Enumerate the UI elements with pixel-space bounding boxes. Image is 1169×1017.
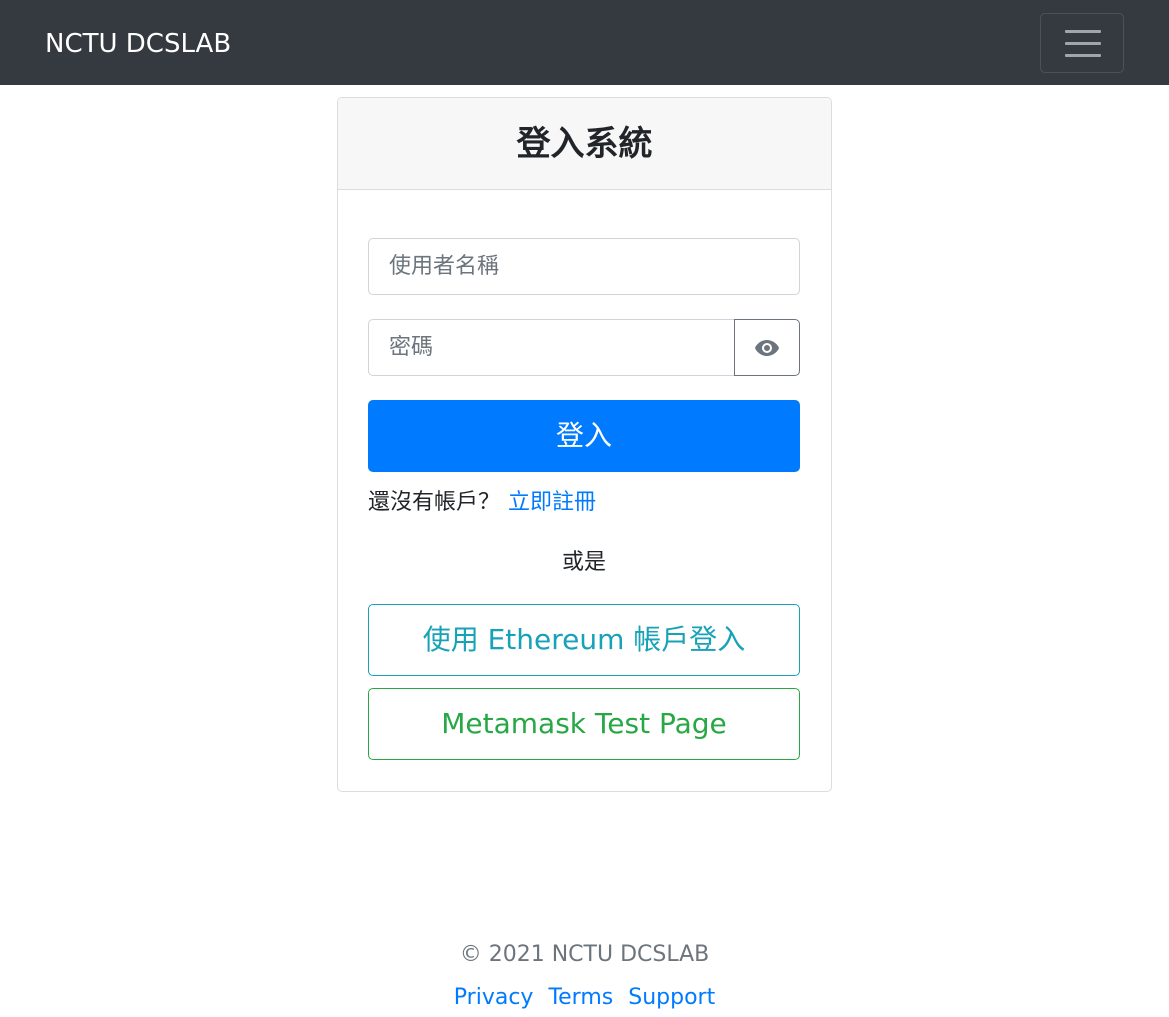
hamburger-menu-icon	[1065, 30, 1101, 33]
navbar: NCTU DCSLAB	[0, 0, 1169, 85]
footer-copyright: © 2021 NCTU DCSLAB	[459, 942, 710, 967]
login-card-header: 登入系統	[338, 98, 831, 190]
navbar-toggler-button[interactable]	[1040, 13, 1124, 73]
register-prompt: 還沒有帳戶？ 立即註冊	[368, 488, 596, 518]
metamask-test-page-button[interactable]: Metamask Test Page	[368, 688, 800, 760]
footer-link-privacy[interactable]: Privacy	[454, 985, 534, 1010]
toggle-password-visibility-button[interactable]	[734, 319, 800, 376]
register-link[interactable]: 立即註冊	[508, 490, 596, 515]
or-divider-text: 或是	[561, 550, 606, 575]
ethereum-login-button[interactable]: 使用 Ethereum 帳戶登入	[368, 604, 800, 676]
footer-link-terms[interactable]: Terms	[548, 985, 613, 1010]
no-account-text: 還沒有帳戶？	[368, 490, 501, 515]
username-input[interactable]	[368, 238, 800, 295]
brand-link[interactable]: NCTU DCSLAB	[45, 26, 231, 62]
eye-icon	[755, 339, 779, 356]
password-input[interactable]	[368, 319, 735, 376]
footer-links: Privacy Terms Support	[0, 983, 1169, 1013]
login-submit-button[interactable]: 登入	[368, 400, 800, 472]
login-title: 登入系統	[516, 124, 653, 164]
footer-link-support[interactable]: Support	[628, 985, 715, 1010]
